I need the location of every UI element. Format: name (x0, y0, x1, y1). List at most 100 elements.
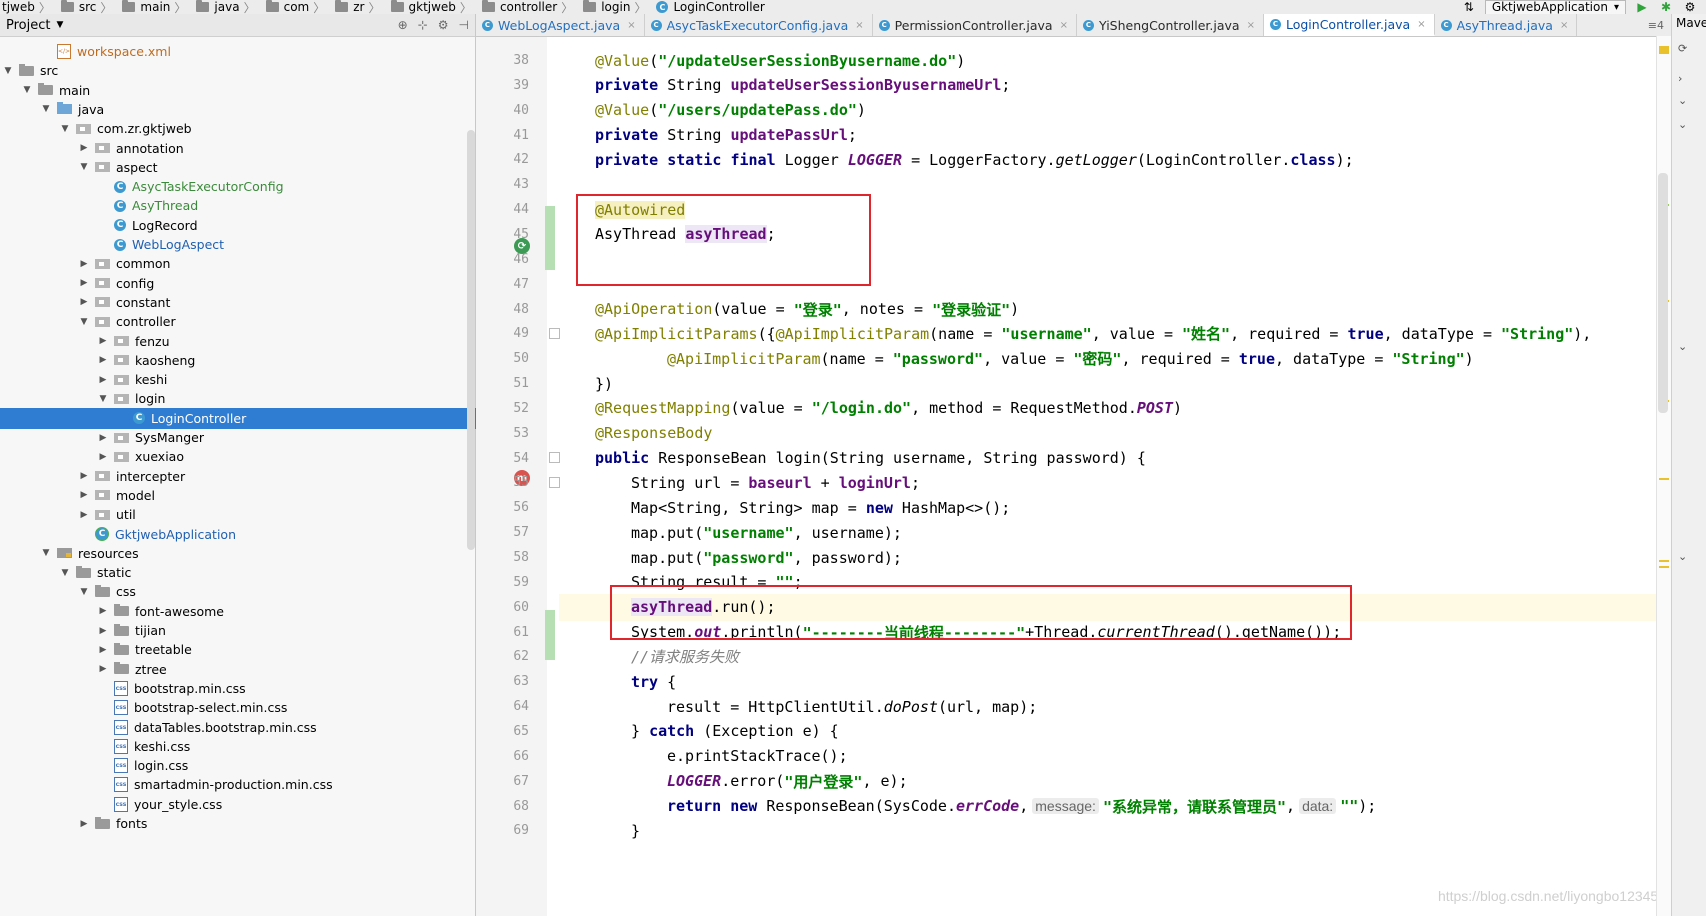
breadcrumb-item[interactable]: com 〉 (264, 0, 334, 14)
close-icon[interactable]: × (1060, 20, 1068, 31)
close-icon[interactable]: × (1560, 20, 1568, 31)
close-icon[interactable]: × (627, 20, 635, 31)
tree-item[interactable]: ▼ src (0, 60, 477, 81)
code-line[interactable]: public ResponseBean login(String usernam… (559, 445, 1672, 472)
editor-tab[interactable]: C YiShengController.java × (1077, 14, 1264, 36)
expand-arrow-open-icon[interactable]: ▼ (21, 85, 33, 95)
code-line[interactable]: @ApiOperation (value = "登录", notes = "登录验… (559, 296, 1672, 323)
code-line[interactable]: map.put("username", username); (559, 519, 1672, 546)
chevron-down-icon[interactable]: ⌄ (1678, 118, 1687, 131)
warning-marker[interactable] (1659, 46, 1669, 54)
expand-arrow-open-icon[interactable]: ▼ (40, 104, 52, 114)
tree-item[interactable]: ▶ fonts (0, 813, 553, 834)
warning-marker[interactable] (1659, 560, 1669, 562)
code-line[interactable]: LOGGER .error("用户登录", e); (559, 768, 1672, 795)
locate-icon[interactable]: ⊕ (398, 18, 408, 32)
code-line[interactable]: @RequestMapping (value = "/login.do", met… (559, 395, 1672, 422)
code-line[interactable]: private String updateUserSessionByuserna… (559, 72, 1672, 99)
run-configuration-select[interactable]: GktjwebApplication ▾ (1484, 0, 1626, 15)
code-line[interactable]: try { (559, 668, 1672, 695)
breadcrumb-item[interactable]: tjweb 〉 (0, 0, 59, 14)
expand-arrow-open-icon[interactable]: ▼ (78, 162, 90, 172)
warning-marker[interactable] (1659, 478, 1669, 480)
code-line[interactable]: map.put("password", password); (559, 544, 1672, 571)
code-line[interactable]: return new ResponseBean(SysCode. errCode,… (559, 793, 1672, 820)
code-line[interactable]: e.printStackTrace(); (559, 743, 1672, 770)
breadcrumb-item[interactable]: C LoginController (654, 0, 768, 14)
breadcrumb-item[interactable]: main 〉 (120, 0, 194, 14)
expand-arrow-closed-icon[interactable]: ▶ (78, 278, 90, 288)
editor-scrollbar[interactable] (1658, 173, 1668, 413)
expand-arrow-open-icon[interactable]: ▼ (40, 548, 52, 558)
expand-arrow-closed-icon[interactable]: ▶ (78, 471, 90, 481)
collapse-all-icon[interactable]: ⊹ (418, 18, 428, 32)
code-line[interactable]: } (559, 817, 1672, 844)
code-area[interactable]: 38 @Value("/updateUserSessionByusername.d… (513, 37, 1672, 916)
sort-icon[interactable]: ⇅ (1461, 0, 1477, 14)
code-line[interactable]: private static final Logger LOGGER = Log… (559, 146, 1672, 173)
tree-item[interactable]: ▼ resources (0, 543, 515, 564)
editor-tab[interactable]: C WebLogAspect.java × (476, 14, 645, 36)
expand-arrow-closed-icon[interactable]: ▶ (97, 645, 109, 655)
debug-icon[interactable]: ✱ (1658, 0, 1674, 14)
code-line[interactable]: String url = baseurl + loginUrl; (559, 469, 1672, 496)
vcs-change-marker[interactable] (545, 206, 555, 270)
settings-gear-icon[interactable]: ⚙ (438, 18, 449, 32)
code-line[interactable]: result = HttpClientUtil. doPost (url, map)… (559, 693, 1672, 720)
breadcrumb-item[interactable]: login 〉 (581, 0, 654, 14)
expand-arrow-closed-icon[interactable]: ▶ (78, 259, 90, 269)
expand-arrow-closed-icon[interactable]: ▶ (97, 433, 109, 443)
tree-item[interactable]: ▼ com.zr.gktjweb (0, 118, 534, 139)
close-icon[interactable]: × (1417, 19, 1425, 30)
editor-tab[interactable]: C PermissionController.java × (873, 14, 1077, 36)
expand-arrow-open-icon[interactable]: ▼ (59, 124, 71, 134)
expand-arrow-open-icon[interactable]: ▼ (78, 317, 90, 327)
project-view-select[interactable]: Project ▼ (0, 18, 63, 33)
vcs-change-marker[interactable] (545, 610, 555, 660)
breadcrumb-item[interactable]: java 〉 (194, 0, 263, 14)
tree-item[interactable]: ▼ main (0, 80, 496, 101)
breadcrumb-item[interactable]: zr 〉 (333, 0, 388, 14)
code-line[interactable]: } catch (Exception e) { (559, 718, 1672, 745)
expand-arrow-closed-icon[interactable]: ▶ (78, 490, 90, 500)
editor-tab[interactable]: C LoginController.java × (1263, 14, 1435, 36)
breadcrumb-item[interactable]: gktjweb 〉 (389, 0, 480, 14)
expand-arrow-closed-icon[interactable]: ▶ (97, 626, 109, 636)
expand-arrow-closed-icon[interactable]: ▶ (78, 297, 90, 307)
code-line[interactable]: @ApiImplicitParam (name = "password", val… (559, 345, 1672, 372)
tree-item[interactable]: ▼ java (0, 99, 515, 120)
code-line[interactable]: Map<String, String> map = new HashMap<>(… (559, 494, 1672, 521)
close-icon[interactable]: × (1247, 20, 1255, 31)
expand-arrow-open-icon[interactable]: ▼ (2, 66, 14, 76)
refresh-icon[interactable]: ⟳ (1678, 42, 1687, 55)
expand-arrow-closed-icon[interactable]: ▶ (97, 452, 109, 462)
expand-arrow-closed-icon[interactable]: ▶ (97, 336, 109, 346)
code-line[interactable]: @ResponseBody (559, 420, 1672, 447)
expand-arrow-closed-icon[interactable]: ▶ (97, 606, 109, 616)
breadcrumb-item[interactable]: controller 〉 (480, 0, 581, 14)
run-icon[interactable]: ▶ (1634, 0, 1650, 14)
warning-marker[interactable] (1659, 566, 1669, 568)
breadcrumb-item[interactable]: src 〉 (59, 0, 121, 14)
code-line[interactable]: }) (559, 370, 1672, 397)
chevron-down-icon[interactable]: ⌄ (1678, 550, 1687, 563)
code-line[interactable]: //请求服务失败 (559, 643, 1672, 670)
chevron-down-icon[interactable]: ⌄ (1678, 94, 1687, 107)
editor-tab[interactable]: C AsyThread.java × (1435, 14, 1578, 36)
tree-item[interactable]: </> workspace.xml (0, 41, 515, 62)
tab-list-menu[interactable]: ≡4 (1648, 14, 1664, 36)
hide-panel-icon[interactable]: ⊣ (459, 18, 469, 32)
code-line[interactable]: @Value("/users/updatePass.do") (559, 97, 1672, 124)
coverage-icon[interactable]: ⚙ (1682, 0, 1698, 14)
editor-tab[interactable]: C AsycTaskExecutorConfig.java × (645, 14, 873, 36)
expand-arrow-closed-icon[interactable]: ▶ (97, 375, 109, 385)
expand-arrow-open-icon[interactable]: ▼ (97, 394, 109, 404)
code-line[interactable]: @ApiImplicitParams({@ApiImplicitParam (na… (559, 320, 1672, 347)
tree-item[interactable]: ▼ static (0, 562, 534, 583)
tree-item[interactable]: ▼ css (0, 581, 553, 602)
expand-arrow-open-icon[interactable]: ▼ (59, 568, 71, 578)
close-icon[interactable]: × (855, 20, 863, 31)
maven-panel-label[interactable]: Mave (1672, 14, 1706, 30)
expand-arrow-closed-icon[interactable]: ▶ (78, 510, 90, 520)
expand-arrow-open-icon[interactable]: ▼ (78, 587, 90, 597)
